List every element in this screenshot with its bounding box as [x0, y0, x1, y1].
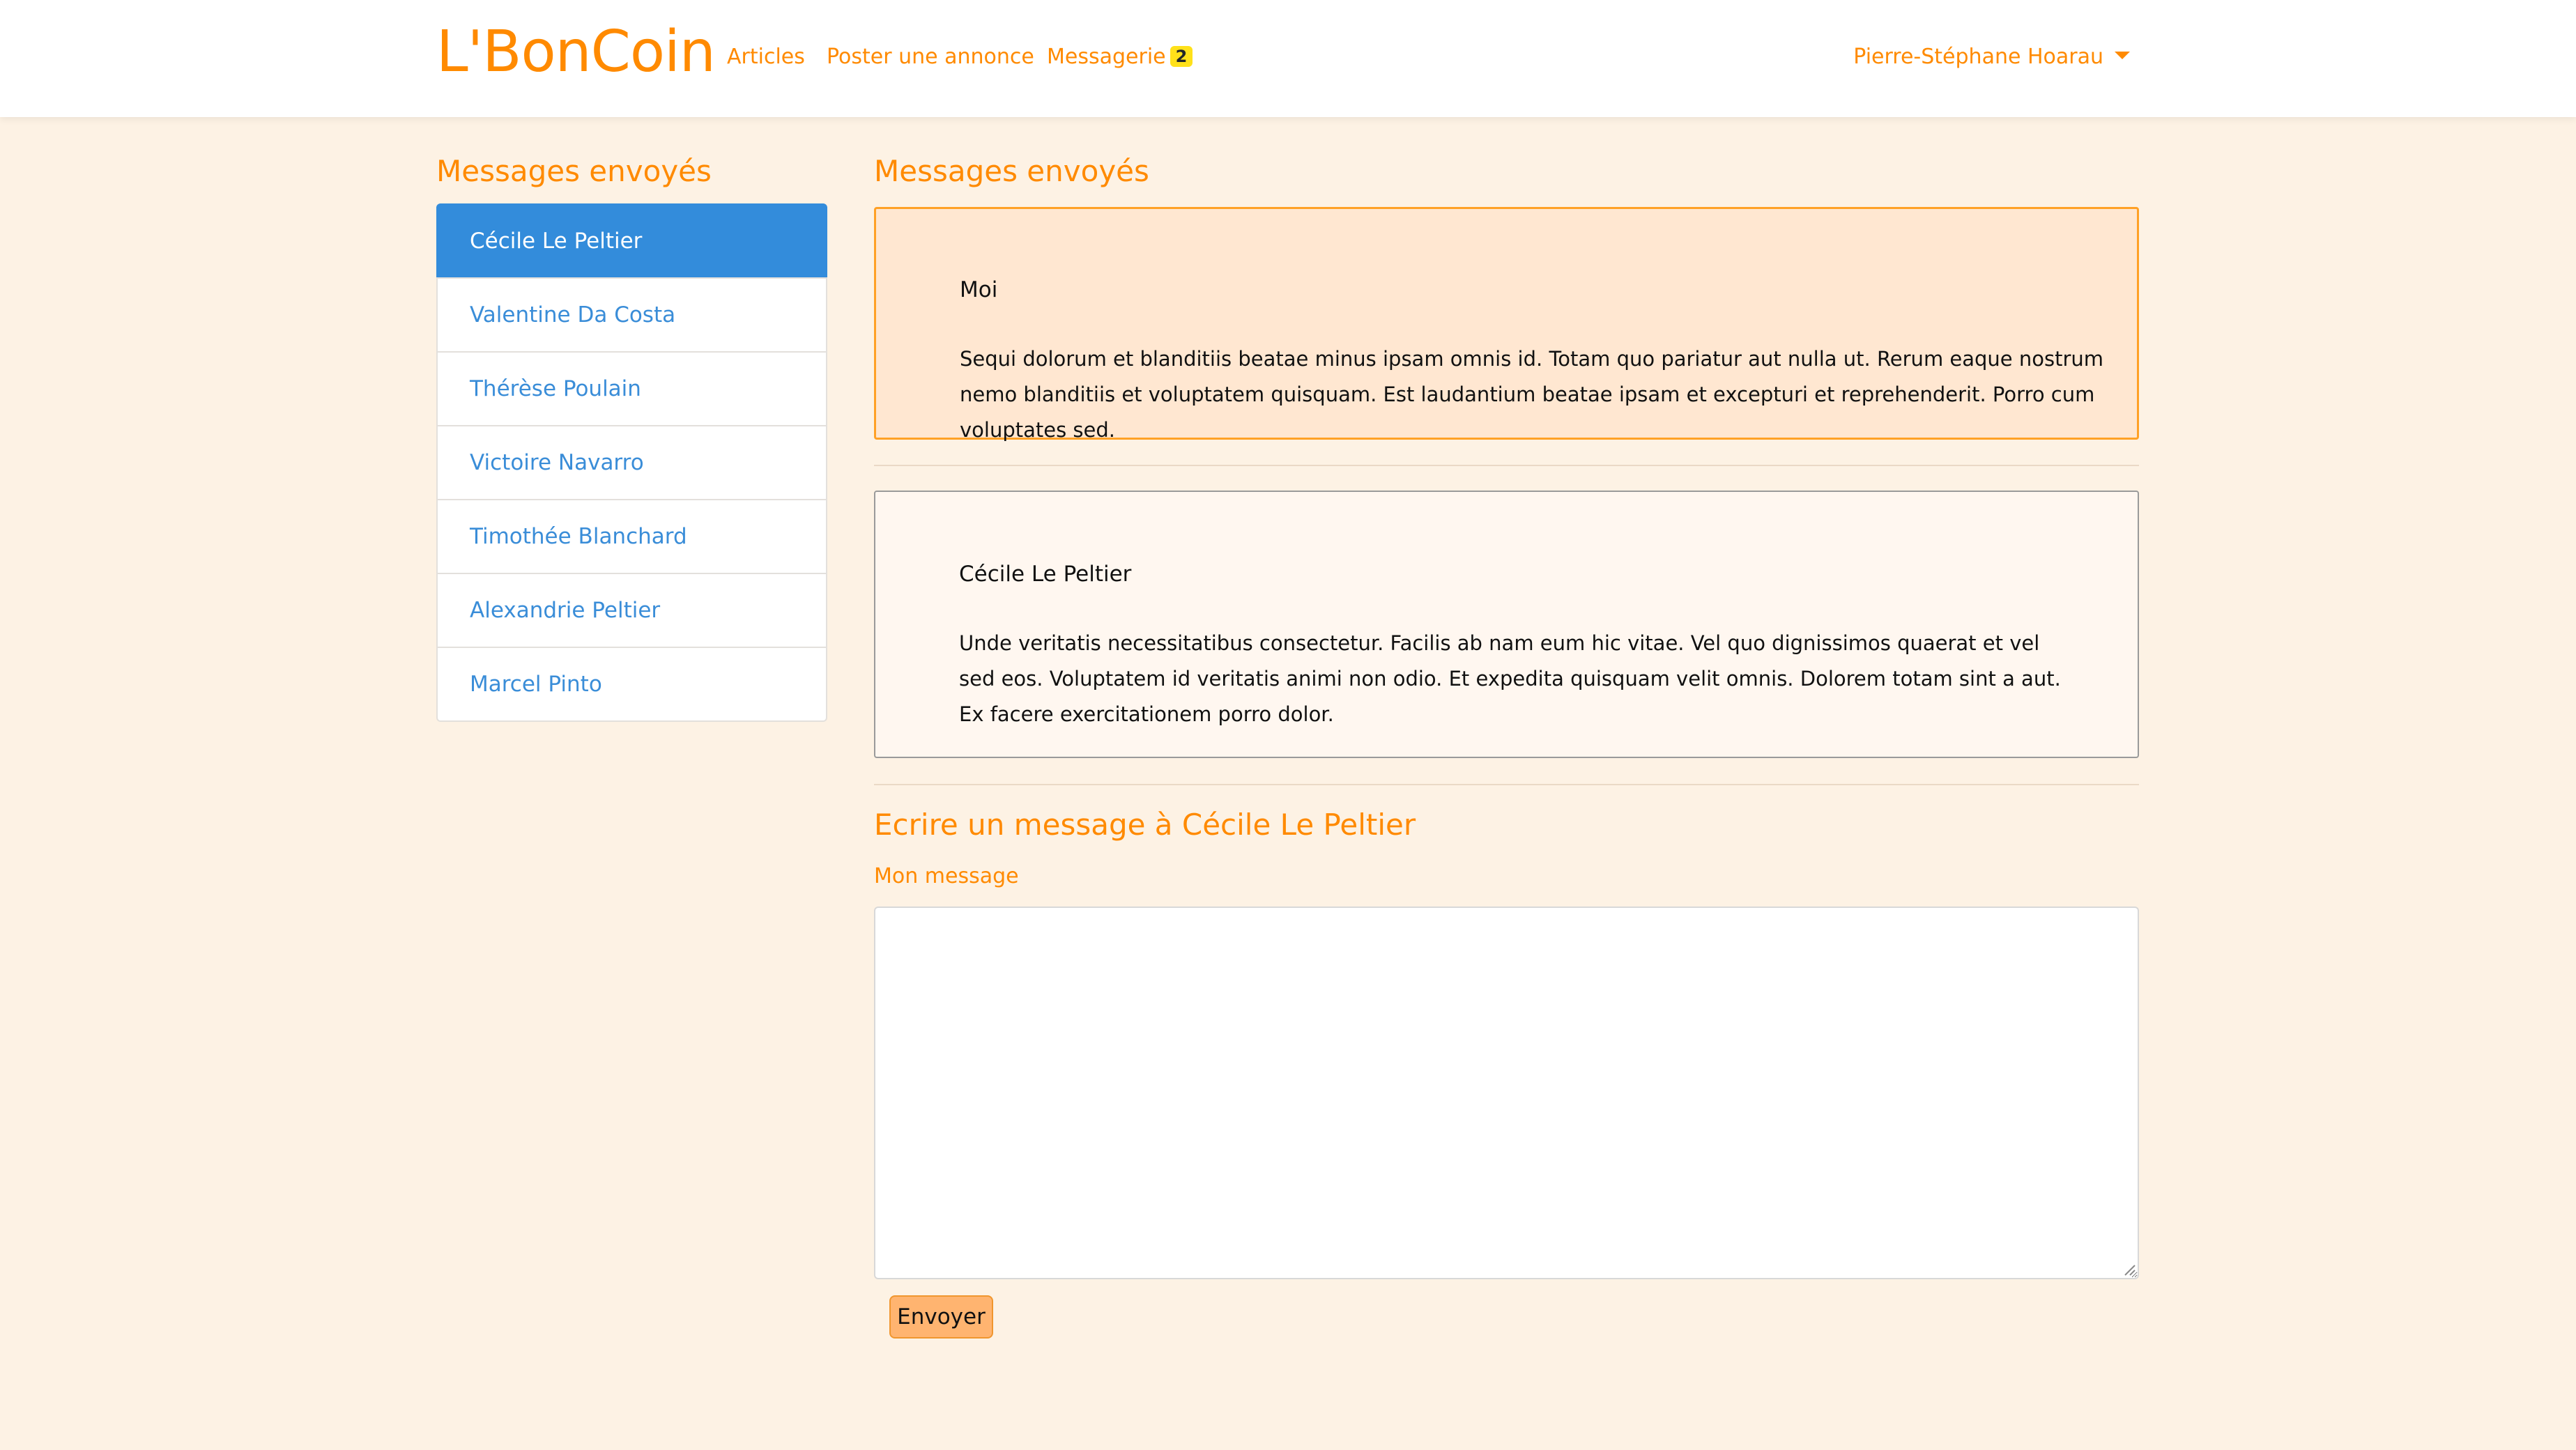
divider — [874, 784, 2139, 785]
message-card-sent: Moi Sequi dolorum et blanditiis beatae m… — [874, 207, 2139, 442]
conversation-item-timothee-blanchard[interactable]: Timothée Blanchard — [436, 499, 827, 574]
sidebar-title: Messages envoyés — [436, 154, 712, 188]
conversation-list: Cécile Le Peltier Valentine Da Costa Thé… — [436, 203, 827, 722]
send-button[interactable]: Envoyer — [889, 1295, 993, 1339]
message-body: Unde veritatis necessitatibus consectetu… — [959, 631, 2061, 726]
message-body: Sequi dolorum et blanditiis beatae minus… — [960, 347, 2104, 442]
conversation-item-valentine-da-costa[interactable]: Valentine Da Costa — [436, 277, 827, 353]
conversation-item-cecile-le-peltier[interactable]: Cécile Le Peltier — [436, 203, 827, 279]
message-field-label: Mon message — [874, 864, 1019, 888]
conversation-item-therese-poulain[interactable]: Thérèse Poulain — [436, 351, 827, 426]
message-author: Moi — [960, 277, 998, 302]
nav-link-poster-annonce[interactable]: Poster une annonce — [827, 42, 1034, 72]
user-menu-toggle[interactable]: Pierre-Stéphane Hoarau — [1853, 42, 2130, 72]
caret-down-icon — [2115, 52, 2130, 59]
user-name: Pierre-Stéphane Hoarau — [1853, 45, 2103, 69]
nav-link-messagerie-label: Messagerie — [1047, 45, 1166, 69]
navbar: L'BonCoin Articles Poster une annonce Me… — [0, 0, 2576, 117]
divider — [874, 465, 2139, 466]
message-author: Cécile Le Peltier — [959, 562, 1132, 587]
message-card-received: Cécile Le Peltier Unde veritatis necessi… — [874, 491, 2139, 758]
nav-link-messagerie[interactable]: Messagerie 2 — [1047, 42, 1193, 72]
unread-count-badge: 2 — [1170, 46, 1193, 67]
compose-title: Ecrire un message à Cécile Le Peltier — [874, 808, 1416, 842]
conversation-item-victoire-navarro[interactable]: Victoire Navarro — [436, 425, 827, 500]
brand-logo[interactable]: L'BonCoin — [436, 14, 716, 91]
messages-title: Messages envoyés — [874, 154, 1149, 188]
message-textarea[interactable] — [874, 907, 2139, 1279]
nav-link-articles[interactable]: Articles — [727, 42, 805, 72]
conversation-item-marcel-pinto[interactable]: Marcel Pinto — [436, 647, 827, 722]
conversation-item-alexandrie-peltier[interactable]: Alexandrie Peltier — [436, 573, 827, 648]
